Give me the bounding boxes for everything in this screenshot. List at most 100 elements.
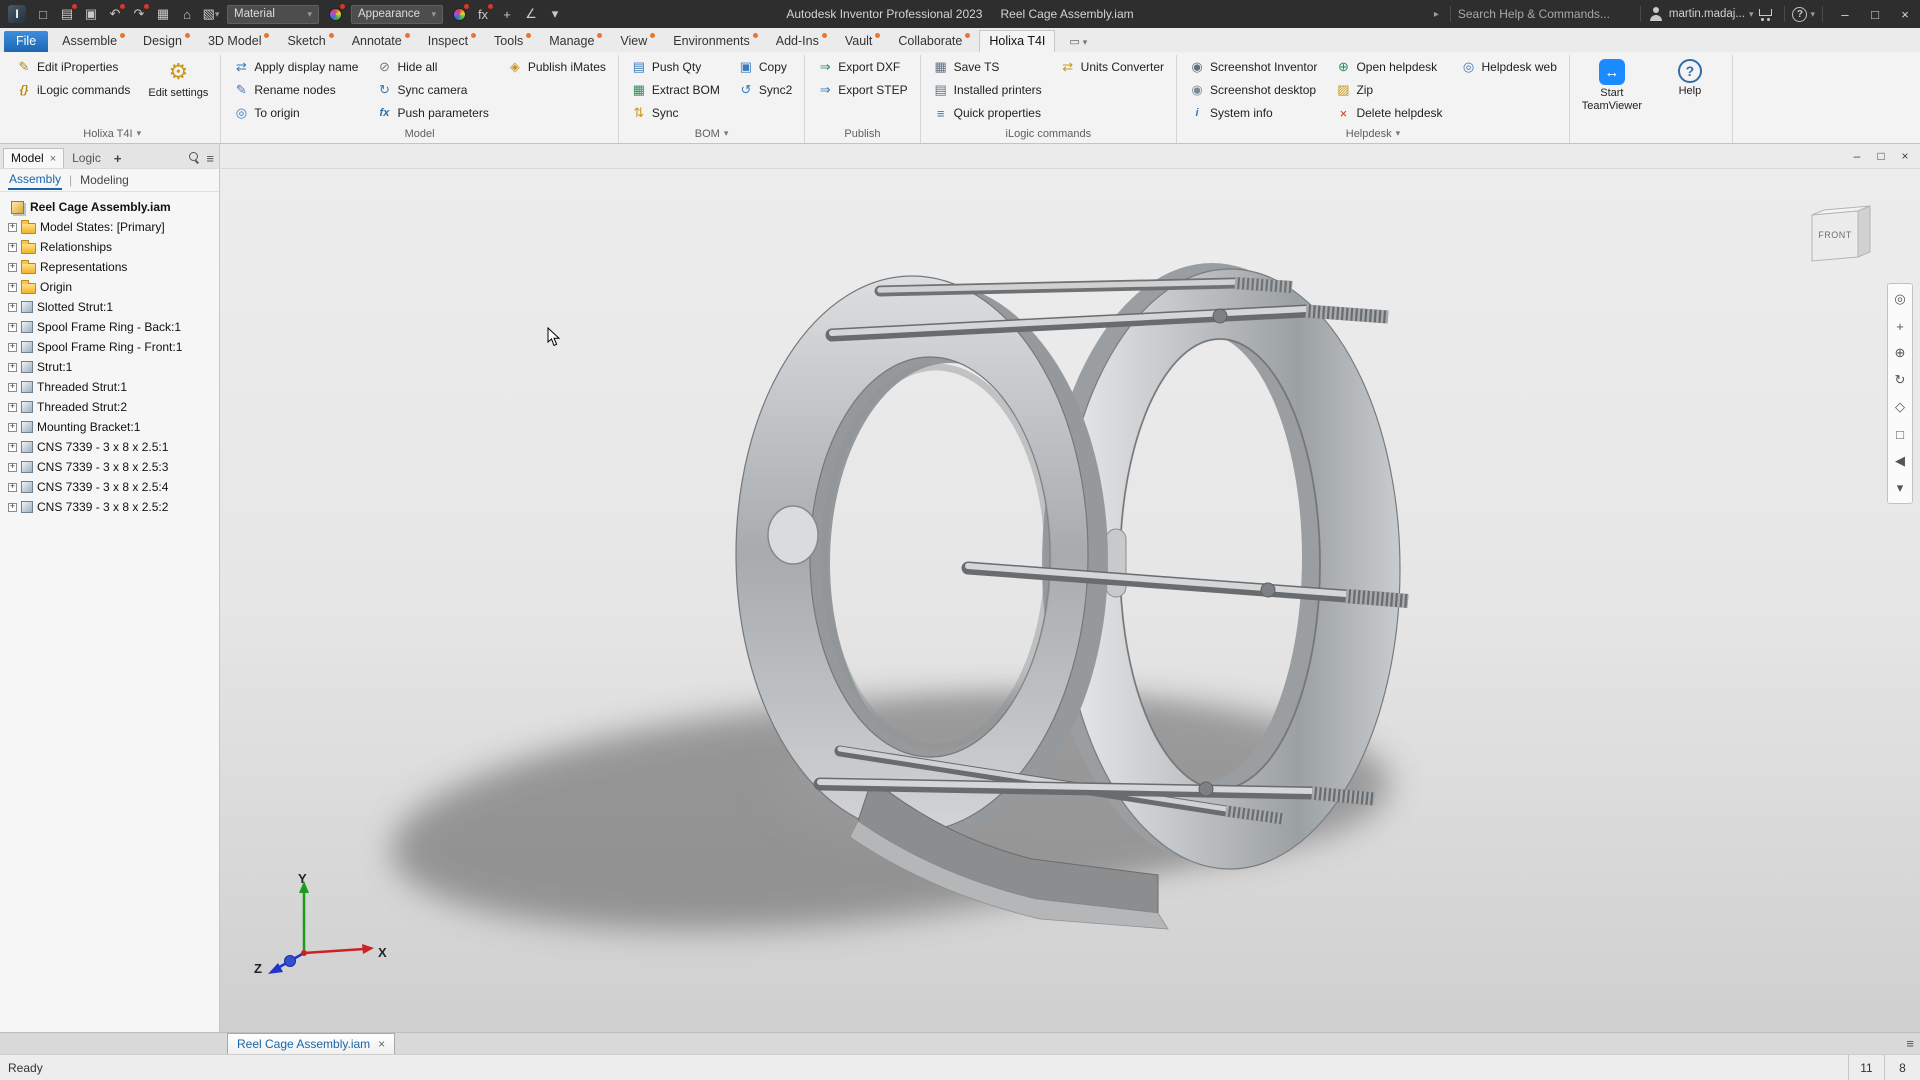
parameters-fx-icon[interactable]: fx xyxy=(472,2,494,26)
ribbon-tab-collaborate[interactable]: Collaborate xyxy=(889,31,979,52)
doc-minimize-button[interactable]: – xyxy=(1845,145,1869,167)
zoom-window-icon[interactable]: □ xyxy=(1889,423,1911,445)
pan-icon[interactable]: + xyxy=(1889,315,1911,337)
ribbon-button-system-info[interactable]: iSystem info xyxy=(1185,103,1321,123)
orbit-icon[interactable]: ↻ xyxy=(1889,369,1911,391)
tree-item-cns-7339-3-x-8-x-2-5-1[interactable]: CNS 7339 - 3 x 8 x 2.5:1 xyxy=(2,437,217,457)
ribbon-button-sync-camera[interactable]: ↻Sync camera xyxy=(372,80,492,100)
chevron-down-icon[interactable]: ▾ xyxy=(1749,9,1754,20)
ribbon-button-edit-settings[interactable]: ⚙Edit settings xyxy=(144,57,212,100)
chevron-down-icon[interactable]: ▾ xyxy=(1810,9,1815,20)
ribbon-button-export-step[interactable]: ⇒Export STEP xyxy=(813,80,911,100)
tree-item-relationships[interactable]: Relationships xyxy=(2,237,217,257)
save-icon[interactable]: ▣ xyxy=(80,2,102,26)
viewcube[interactable]: FRONT xyxy=(1806,197,1896,277)
browser-tab-logic[interactable]: Logic xyxy=(65,149,108,168)
ribbon-tab-assemble[interactable]: Assemble xyxy=(53,31,134,52)
panel-expand-icon[interactable]: ▸ xyxy=(1430,9,1443,20)
ribbon-button-delete-helpdesk[interactable]: ×Delete helpdesk xyxy=(1331,103,1446,123)
maximize-button[interactable]: □ xyxy=(1860,0,1890,28)
tab-strip-menu-icon[interactable]: ≡ xyxy=(1906,1036,1914,1051)
ribbon-group-label[interactable]: Model xyxy=(229,124,610,143)
add-icon[interactable]: + xyxy=(496,2,518,26)
tree-item-strut-1[interactable]: Strut:1 xyxy=(2,357,217,377)
tree-root-item[interactable]: Reel Cage Assembly.iam xyxy=(2,197,217,217)
ribbon-tab-tools[interactable]: Tools xyxy=(485,31,540,52)
ribbon-button-sync2[interactable]: ↺Sync2 xyxy=(734,80,796,100)
close-button[interactable]: × xyxy=(1890,0,1920,28)
print-icon[interactable]: ▦ xyxy=(152,2,174,26)
browser-tab-model[interactable]: Model xyxy=(3,148,64,168)
ribbon-group-label[interactable]: iLogic commands xyxy=(929,124,1168,143)
navigation-wheel-icon[interactable]: ◎ xyxy=(1889,288,1911,310)
ribbon-group-label[interactable]: Holixa T4I▾ xyxy=(12,124,212,143)
home-view-icon[interactable]: ⌂ xyxy=(176,2,198,26)
open-icon[interactable]: ▤ xyxy=(56,2,78,26)
ribbon-tab-view[interactable]: View xyxy=(611,31,664,52)
ribbon-button-push-parameters[interactable]: fxPush parameters xyxy=(372,103,492,123)
minimize-button[interactable]: – xyxy=(1830,0,1860,28)
ribbon-button-screenshot-inventor[interactable]: ◉Screenshot Inventor xyxy=(1185,57,1321,77)
expand-icon[interactable] xyxy=(8,343,17,352)
ribbon-button-hide-all[interactable]: ⊘Hide all xyxy=(372,57,492,77)
ribbon-button-copy[interactable]: ▣Copy xyxy=(734,57,796,77)
ribbon-group-label[interactable]: Publish xyxy=(813,124,911,143)
ribbon-button-start-teamviewer[interactable]: ↔Start TeamViewer xyxy=(1578,57,1646,112)
add-browser-tab-button[interactable] xyxy=(109,149,127,168)
ribbon-button-rename-nodes[interactable]: ✎Rename nodes xyxy=(229,80,362,100)
ribbon-tab-design[interactable]: Design xyxy=(134,31,199,52)
expand-icon[interactable] xyxy=(8,483,17,492)
select-filter-icon[interactable]: ▧▾ xyxy=(200,2,222,26)
ribbon-button-publish-imates[interactable]: ◈Publish iMates xyxy=(503,57,610,77)
ribbon-tab-file[interactable]: File xyxy=(4,31,48,52)
tree-item-model-states-primary[interactable]: Model States: [Primary] xyxy=(2,217,217,237)
tree-item-threaded-strut-1[interactable]: Threaded Strut:1 xyxy=(2,377,217,397)
ribbon-tab-add-ins[interactable]: Add-Ins xyxy=(767,31,836,52)
redo-icon[interactable]: ↷ xyxy=(128,2,150,26)
expand-icon[interactable] xyxy=(8,243,17,252)
close-icon[interactable] xyxy=(50,151,56,165)
close-icon[interactable]: × xyxy=(378,1037,385,1051)
measure-icon[interactable]: ∠ xyxy=(520,2,542,26)
ribbon-tab-inspect[interactable]: Inspect xyxy=(419,31,485,52)
ribbon-button-screenshot-desktop[interactable]: ◉Screenshot desktop xyxy=(1185,80,1321,100)
ribbon-button-zip[interactable]: ▨Zip xyxy=(1331,80,1446,100)
ribbon-button-ilogic-commands[interactable]: {}iLogic commands xyxy=(12,80,134,100)
expand-icon[interactable] xyxy=(8,423,17,432)
ribbon-button-installed-printers[interactable]: ▤Installed printers xyxy=(929,80,1046,100)
doc-restore-button[interactable]: □ xyxy=(1869,145,1893,167)
material-wheel-icon[interactable] xyxy=(324,2,346,26)
tree-item-spool-frame-ring-back-1[interactable]: Spool Frame Ring - Back:1 xyxy=(2,317,217,337)
ribbon-tab-3d-model[interactable]: 3D Model xyxy=(199,31,279,52)
ribbon-group-label[interactable]: Helpdesk▾ xyxy=(1185,124,1561,143)
tree-item-representations[interactable]: Representations xyxy=(2,257,217,277)
viewport-3d[interactable]: FRONT ◎+⊕↻◇□◀▾ Y X Z xyxy=(220,169,1920,1032)
ribbon-button-to-origin[interactable]: ◎To origin xyxy=(229,103,362,123)
expand-icon[interactable] xyxy=(8,383,17,392)
ribbon-tab-environments[interactable]: Environments xyxy=(664,31,766,52)
expand-icon[interactable] xyxy=(8,303,17,312)
ribbon-tab-sketch[interactable]: Sketch xyxy=(278,31,342,52)
ribbon-tab-holixa-t4i[interactable]: Holixa T4I xyxy=(979,30,1055,52)
tab-assembly[interactable]: Assembly xyxy=(8,170,62,190)
expand-icon[interactable] xyxy=(8,463,17,472)
tree-item-slotted-strut-1[interactable]: Slotted Strut:1 xyxy=(2,297,217,317)
ribbon-button-sync[interactable]: ⇅Sync xyxy=(627,103,724,123)
navbar-more-icon[interactable]: ▾ xyxy=(1889,477,1911,499)
ribbon-button-help[interactable]: ?Help xyxy=(1656,57,1724,98)
search-icon[interactable] xyxy=(188,151,201,164)
tree-item-origin[interactable]: Origin xyxy=(2,277,217,297)
undo-icon[interactable]: ↶ xyxy=(104,2,126,26)
help-icon[interactable]: ? xyxy=(1792,7,1807,22)
viewcube-front-label[interactable]: FRONT xyxy=(1818,230,1852,240)
expand-icon[interactable] xyxy=(8,363,17,372)
ribbon-button-export-dxf[interactable]: ⇒Export DXF xyxy=(813,57,911,77)
tree-item-threaded-strut-2[interactable]: Threaded Strut:2 xyxy=(2,397,217,417)
ribbon-tab-vault[interactable]: Vault xyxy=(836,31,890,52)
look-at-icon[interactable]: ◇ xyxy=(1889,396,1911,418)
appearance-wheel-icon[interactable] xyxy=(448,2,470,26)
help-search-input[interactable] xyxy=(1458,7,1633,21)
expand-icon[interactable] xyxy=(8,223,17,232)
expand-icon[interactable] xyxy=(8,403,17,412)
ribbon-button-push-qty[interactable]: ▤Push Qty xyxy=(627,57,724,77)
